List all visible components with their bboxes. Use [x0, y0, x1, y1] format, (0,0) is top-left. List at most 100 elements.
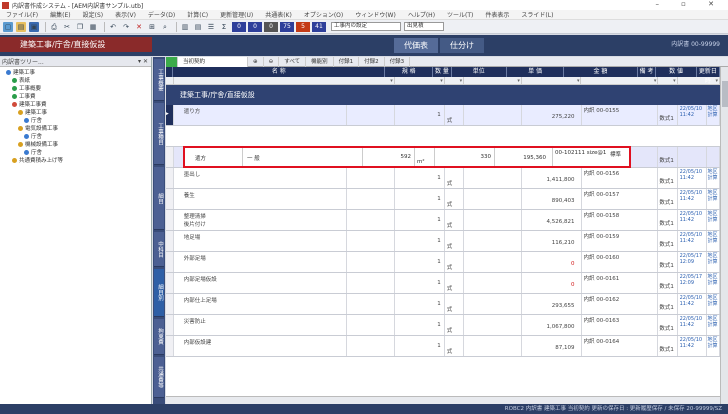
window-controls[interactable]: – ▫ ✕: [655, 0, 724, 8]
unit-cell[interactable]: 式: [445, 210, 465, 230]
horizontal-scrollbar[interactable]: [166, 396, 720, 404]
column-header[interactable]: 金 額: [564, 67, 638, 77]
pane-pin-close-icon[interactable]: ▾ ✕: [138, 58, 151, 65]
amount-cell[interactable]: 0: [522, 273, 582, 293]
menu-item[interactable]: 共通表(K): [259, 10, 298, 19]
table-row[interactable]: 災害防止 1 式 1,067,800 内訳 00-0163 数式1 22/05/10 11:…: [166, 315, 720, 336]
name-cell[interactable]: 地足場: [174, 231, 347, 251]
tree-item[interactable]: 機械設備工事: [0, 141, 151, 149]
badge-cell[interactable]: 地区 計算: [707, 231, 720, 251]
sum-icon[interactable]: Σ: [219, 22, 229, 32]
flag-cell[interactable]: 数式1: [658, 189, 678, 209]
flag-cell[interactable]: 数式1: [658, 210, 678, 230]
note-cell[interactable]: 内訳 00-0155: [582, 105, 659, 125]
price-cell[interactable]: [464, 294, 522, 314]
price-cell[interactable]: [464, 210, 522, 230]
table-row[interactable]: 墨出し 1 式 1,411,800 内訳 00-0156 数式1 22/05/10 11:4…: [166, 168, 720, 189]
price-cell[interactable]: [464, 252, 522, 272]
spec-cell[interactable]: [347, 231, 395, 251]
note-cell[interactable]: 内訳 00-0158: [582, 210, 659, 230]
qty-cell[interactable]: 592: [363, 148, 415, 166]
note-cell[interactable]: 内訳 00-0163: [582, 315, 659, 335]
menu-item[interactable]: 更新管理(U): [214, 10, 259, 19]
vertical-tab[interactable]: 拘束費: [154, 319, 164, 355]
flag-cell[interactable]: 数式1: [658, 252, 678, 272]
spec-cell[interactable]: 一 般: [243, 148, 363, 166]
table-row[interactable]: 内部仮設建 1 式 87,109 内訳 00-0164 数式1 22/05/10 11:42…: [166, 336, 720, 357]
tree-item[interactable]: 庁舎: [0, 117, 151, 125]
name-cell[interactable]: 内部仮設建: [174, 336, 347, 356]
tree-item[interactable]: 工事概要: [0, 85, 151, 93]
tree-item[interactable]: 建築工事: [0, 109, 151, 117]
flag-cell[interactable]: 数式1: [658, 294, 678, 314]
price-cell[interactable]: [464, 231, 522, 251]
name-cell[interactable]: 墨出し: [174, 168, 347, 188]
vertical-tab[interactable]: 細目: [154, 167, 164, 230]
column-header[interactable]: 名 称: [173, 67, 386, 77]
insert-row-icon[interactable]: ⊞: [147, 22, 157, 32]
price-cell[interactable]: [464, 273, 522, 293]
qty-cell[interactable]: 1: [395, 294, 445, 314]
table-row[interactable]: 内部足場仮設 1 式 0 内訳 00-0161 数式1 22/05/17 12:09 地区 計…: [166, 273, 720, 294]
unit-cell[interactable]: 式: [445, 231, 465, 251]
note-cell[interactable]: 内訳 00-0164: [582, 336, 659, 356]
menu-item[interactable]: 編集(E): [44, 10, 76, 19]
name-cell[interactable]: 遣方: [185, 148, 243, 166]
open-folder-icon[interactable]: ▤: [16, 21, 26, 32]
date-cell[interactable]: 22/05/10 11:42: [678, 210, 707, 230]
table-row[interactable]: 養生 1 式 890,403 内訳 00-0157 数式1 22/05/10 11:42 地区…: [166, 189, 720, 210]
date-cell[interactable]: 22/05/17 12:09: [678, 252, 707, 272]
price-cell[interactable]: [464, 105, 522, 125]
date-cell[interactable]: 22/05/10 11:42: [678, 315, 707, 335]
grid-filter-button[interactable]: 付録2: [359, 56, 385, 67]
add-icon[interactable]: [166, 56, 178, 67]
date-cell[interactable]: 22/05/10 11:42: [678, 231, 707, 251]
vertical-tab[interactable]: 共通費等: [154, 357, 164, 398]
tab-cost[interactable]: 代価表: [394, 37, 438, 53]
badge-cell[interactable]: 地区 計算: [707, 189, 720, 209]
qty-cell[interactable]: 1: [395, 252, 445, 272]
date-cell[interactable]: 22/05/10 11:42: [678, 294, 707, 314]
copy-icon[interactable]: ❐: [75, 22, 85, 32]
price-cell[interactable]: [464, 168, 522, 188]
note2-cell[interactable]: 標準: [608, 148, 629, 166]
unit-cell[interactable]: 式: [445, 336, 465, 356]
spec-cell[interactable]: [347, 252, 395, 272]
tree-item[interactable]: 建築工事: [0, 69, 151, 77]
amount-cell[interactable]: 293,655: [522, 294, 582, 314]
flag-cell[interactable]: 数式1: [658, 315, 678, 335]
save-icon[interactable]: ▣: [29, 21, 39, 32]
column-header[interactable]: 数 値: [656, 67, 697, 77]
table-row[interactable]: 内部仕上足場 1 式 293,655 内訳 00-0162 数式1 22/05/10 11:…: [166, 294, 720, 315]
badge-cell[interactable]: 地区 計算: [707, 294, 720, 314]
print-icon[interactable]: ⎙: [49, 22, 59, 32]
filter-clear-icon[interactable]: ⊖: [264, 56, 280, 67]
badge-cell[interactable]: 地区 計算: [707, 273, 720, 293]
badge-cell[interactable]: 地区 計算: [707, 252, 720, 272]
spec-cell[interactable]: [347, 189, 395, 209]
note-cell[interactable]: 内訳 00-0159: [582, 231, 659, 251]
redo-icon[interactable]: ↷: [121, 22, 131, 32]
menu-item[interactable]: オプション(O): [298, 10, 349, 19]
setting-field[interactable]: 工事内の設定: [331, 22, 401, 31]
name-cell[interactable]: 遣り方: [174, 105, 347, 125]
amount-cell[interactable]: 195,360: [495, 148, 553, 166]
column-header[interactable]: 数 量: [433, 67, 452, 77]
badge-cell[interactable]: [707, 147, 721, 167]
qty-cell[interactable]: 1: [395, 189, 445, 209]
tree-item[interactable]: 共通費積み上げ等: [0, 157, 151, 165]
price-cell[interactable]: [464, 315, 522, 335]
spec-cell[interactable]: [347, 273, 395, 293]
selected-row-editor[interactable]: 遣方一 般 592 m² 330 195,360 00-102111 size@1 標準: [183, 146, 631, 168]
flag-cell[interactable]: 数式1: [658, 168, 678, 188]
vertical-tab[interactable]: 工事概要: [154, 59, 164, 101]
list-icon[interactable]: ☰: [206, 22, 216, 32]
qty-cell[interactable]: 1: [395, 336, 445, 356]
grid-filter-button[interactable]: 付録1: [334, 56, 360, 67]
price-cell[interactable]: [464, 189, 522, 209]
qty-cell[interactable]: 1: [395, 273, 445, 293]
spec-cell[interactable]: [347, 336, 395, 356]
note-cell[interactable]: 内訳 00-0157: [582, 189, 659, 209]
column-header[interactable]: 更新日時: [697, 67, 720, 85]
menu-item[interactable]: 件表表示: [479, 10, 515, 19]
